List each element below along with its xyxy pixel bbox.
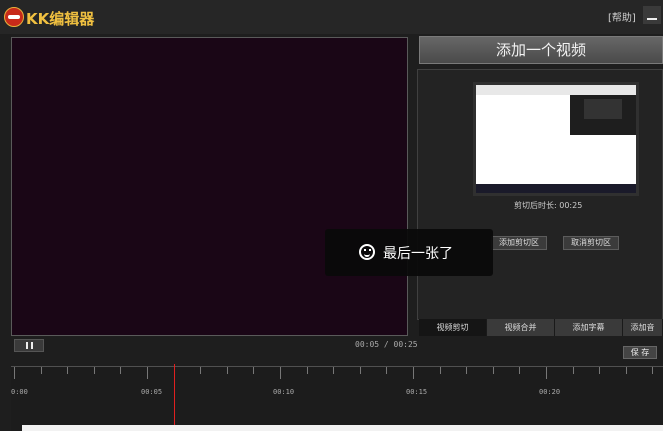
timeline-tick <box>573 367 574 374</box>
timeline-label: 00:05 <box>141 388 163 396</box>
add-clip-region-button[interactable]: 添加剪切区 <box>491 236 547 250</box>
timeline-tick <box>546 367 547 379</box>
playhead[interactable] <box>174 364 175 431</box>
tab-video-cut[interactable]: 视频剪切 <box>419 319 487 336</box>
timeline-tick <box>94 367 95 374</box>
timeline-tick <box>307 367 308 374</box>
function-tabs: 视频剪切 视频合并 添加字幕 添加音 <box>419 319 663 336</box>
pause-icon-bar <box>31 342 33 349</box>
toast-message: 最后一张了 <box>383 246 453 262</box>
tab-add-subtitle[interactable]: 添加字幕 <box>555 319 623 336</box>
timeline-tick <box>14 367 15 379</box>
video-thumbnail[interactable] <box>473 82 639 196</box>
timeline-label: 00:10 <box>273 388 295 396</box>
title-bar: KK编辑器 [帮助] <box>0 0 663 34</box>
cancel-clip-region-button[interactable]: 取消剪切区 <box>563 236 619 250</box>
timeline-tick <box>280 367 281 379</box>
app-logo-icon <box>4 7 24 27</box>
tab-add-audio[interactable]: 添加音 <box>623 319 663 336</box>
timeline-tick <box>67 367 68 374</box>
timeline-track[interactable] <box>22 425 663 431</box>
timeline-tick <box>652 367 653 374</box>
toast-notification: 最后一张了 <box>325 229 493 276</box>
playback-timecode: 00:05 / 00:25 <box>355 340 418 349</box>
timeline-label: 00:20 <box>539 388 561 396</box>
save-button[interactable]: 保 存 <box>623 346 657 359</box>
timeline-tick <box>626 367 627 374</box>
clip-length-label: 剪切后时长: 00:25 <box>514 201 583 210</box>
tab-video-merge[interactable]: 视频合并 <box>487 319 555 336</box>
thumbnail-toolbar <box>476 85 636 95</box>
timeline-tick <box>120 367 121 374</box>
timeline-tick <box>41 367 42 374</box>
help-link[interactable]: [帮助] <box>608 9 636 24</box>
smiley-icon <box>359 244 375 260</box>
video-preview <box>11 37 408 336</box>
thumbnail-taskbar <box>476 184 636 193</box>
thumbnail-window-inner <box>584 99 622 119</box>
add-video-button[interactable]: 添加一个视频 <box>419 36 663 64</box>
pause-button[interactable] <box>14 339 44 352</box>
timeline-tick <box>333 367 334 374</box>
timeline-label: 00:15 <box>406 388 428 396</box>
timeline-tick <box>466 367 467 374</box>
timeline-tick <box>147 367 148 379</box>
timeline-tick <box>360 367 361 374</box>
timeline-tick <box>200 367 201 374</box>
timeline-tick <box>253 367 254 374</box>
timeline-tick <box>413 367 414 379</box>
timeline-tick <box>386 367 387 374</box>
timeline-tick <box>599 367 600 374</box>
pause-icon <box>26 342 28 349</box>
timeline-label: 0:00 <box>11 388 28 396</box>
timeline-tick <box>440 367 441 374</box>
minimize-button[interactable] <box>643 6 661 24</box>
app-title: KK编辑器 <box>26 10 95 28</box>
timeline[interactable] <box>11 366 663 431</box>
timeline-tick <box>227 367 228 374</box>
timeline-tick <box>519 367 520 374</box>
timeline-tick <box>493 367 494 374</box>
